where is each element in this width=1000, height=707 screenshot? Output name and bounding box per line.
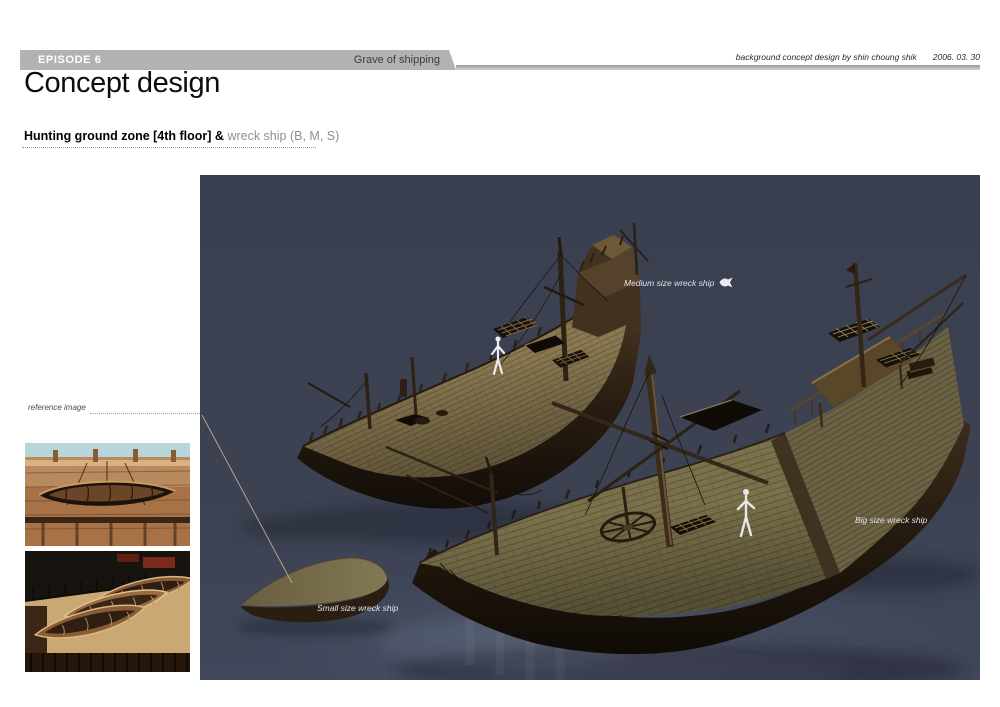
episode-label: EPISODE 6 — [38, 54, 101, 66]
reference-connector-line — [202, 415, 292, 583]
subtitle-secondary: wreck ship (B, M, S) — [224, 129, 339, 143]
reference-image-label: reference image — [28, 403, 86, 412]
subtitle: Hunting ground zone [4th floor] & wreck … — [24, 129, 339, 143]
page-title: Concept design — [24, 67, 220, 100]
concept-canvas: Medium size wreck ship Big size wreck sh… — [200, 175, 980, 680]
credit-date: 2006. 03. 30 — [933, 52, 980, 62]
medium-wreck-ship-text: Medium size wreck ship — [624, 278, 714, 288]
concept-design-page: { "header": { "episode": "EPISODE 6", "s… — [0, 0, 1000, 707]
label-small-wreck-ship: Small size wreck ship — [317, 603, 398, 613]
fish-icon — [719, 277, 733, 288]
section-label: Grave of shipping — [354, 54, 440, 66]
subtitle-underline — [22, 147, 316, 148]
small-wreck-ship-text: Small size wreck ship — [317, 603, 398, 613]
subtitle-primary: Hunting ground zone [4th floor] & — [24, 129, 224, 143]
label-medium-wreck-ship: Medium size wreck ship — [624, 277, 733, 288]
credit-line: background concept design by shin choung… — [560, 52, 980, 62]
reference-connector-dotted — [90, 413, 200, 414]
label-big-wreck-ship: Big size wreck ship — [855, 515, 927, 525]
reference-photo-ship-model — [25, 443, 190, 546]
small-wreck-ship-art — [237, 558, 393, 636]
photo2-illustration — [25, 551, 190, 672]
header-rule — [456, 65, 980, 70]
reference-photo-nested-boats — [25, 551, 190, 672]
photo1-illustration — [25, 443, 190, 546]
big-wreck-ship-text: Big size wreck ship — [855, 515, 927, 525]
credit-text: background concept design by shin choung… — [736, 52, 917, 62]
medium-wreck-ship-art — [297, 223, 648, 508]
